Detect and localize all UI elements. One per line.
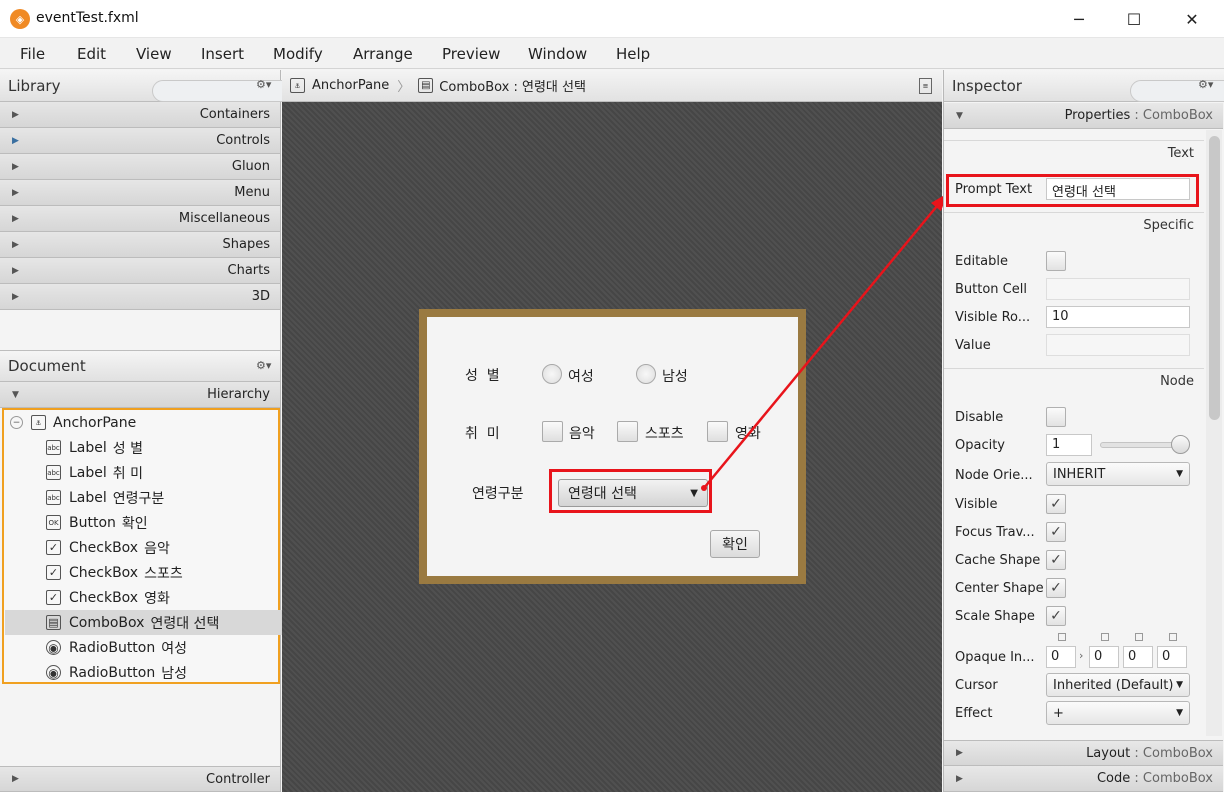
value-input[interactable] (1046, 334, 1190, 356)
expanded-triangle-icon: ▼ (956, 110, 963, 121)
code-section-header[interactable]: ▶ Code : ComboBox (944, 766, 1223, 792)
effect-label: Effect (955, 706, 993, 721)
button-cell-label: Button Cell (955, 282, 1027, 297)
opaque-inset-left-input[interactable]: 0 (1157, 646, 1187, 668)
collapsed-triangle-icon: ▶ (956, 748, 963, 758)
opacity-slider-thumb[interactable] (1171, 435, 1190, 454)
value-label: Value (955, 338, 991, 353)
focus-traversable-checkbox[interactable]: ✓ (1046, 522, 1066, 542)
visible-rows-label: Visible Ro... (955, 310, 1031, 325)
focus-traversable-label: Focus Trav... (955, 525, 1035, 540)
inspector-header: Inspector ⚲ ⚙▾ (944, 70, 1224, 102)
scale-shape-checkbox[interactable]: ✓ (1046, 606, 1066, 626)
inspector-settings-gear-icon[interactable]: ⚙▾ (1198, 78, 1213, 91)
button-cell-input[interactable] (1046, 278, 1190, 300)
layout-section-header[interactable]: ▶ Layout : ComboBox (944, 740, 1223, 766)
scrollbar-thumb[interactable] (1209, 136, 1220, 420)
inspector-panel: Inspector ⚲ ⚙▾ ▼ Properties : ComboBox T… (943, 70, 1224, 792)
visible-checkbox[interactable]: ✓ (1046, 494, 1066, 514)
opacity-input[interactable]: 1 (1046, 434, 1092, 456)
cursor-value: Inherited (Default) (1053, 677, 1174, 693)
code-title: Code : ComboBox (1096, 771, 1213, 786)
arrow-tail (701, 485, 707, 491)
collapsed-triangle-icon: ▶ (956, 773, 963, 784)
center-shape-checkbox[interactable]: ✓ (1046, 578, 1066, 598)
opaque-inset-right-input[interactable]: 0 (1089, 646, 1119, 668)
node-orientation-value: INHERIT (1053, 466, 1106, 482)
inset-left-icon (1169, 633, 1177, 641)
prompt-text-label: Prompt Text (955, 182, 1033, 197)
cache-shape-label: Cache Shape (955, 553, 1041, 568)
cursor-select[interactable]: Inherited (Default) ▼ (1046, 673, 1190, 697)
inspector-title: Inspector (952, 76, 1022, 95)
properties-label: Properties (1064, 108, 1131, 123)
properties-section-header[interactable]: ▼ Properties : ComboBox (944, 103, 1223, 129)
layout-title: Layout : ComboBox (1086, 745, 1213, 761)
inset-top-icon (1058, 633, 1066, 641)
layout-label: Layout (1086, 745, 1131, 761)
inspector-scrollbar[interactable] (1206, 130, 1222, 736)
disable-label: Disable (955, 410, 1004, 425)
code-label: Code (1096, 771, 1131, 786)
editable-checkbox[interactable] (1046, 251, 1066, 271)
effect-value: + (1053, 705, 1064, 721)
visible-label: Visible (955, 497, 998, 512)
opacity-label: Opacity (955, 438, 1006, 453)
opaque-inset-top-input[interactable]: 0 (1046, 646, 1076, 668)
inset-bottom-icon (1135, 633, 1143, 641)
node-orientation-select[interactable]: INHERIT ▼ (1046, 462, 1190, 486)
properties-target: ComboBox (1142, 108, 1213, 123)
properties-title: Properties : ComboBox (1064, 108, 1213, 123)
chevron-down-icon: ▼ (1176, 680, 1183, 690)
code-target: ComboBox (1142, 771, 1213, 786)
cursor-label: Cursor (955, 678, 998, 693)
layout-target: ComboBox (1142, 745, 1213, 761)
prompt-text-input[interactable]: 연령대 선택 (1046, 178, 1190, 200)
cache-shape-checkbox[interactable]: ✓ (1046, 550, 1066, 570)
node-orientation-label: Node Orie... (955, 468, 1033, 483)
node-subsection: Node (944, 368, 1204, 394)
chevron-down-icon: ▼ (1176, 708, 1183, 718)
editable-label: Editable (955, 254, 1009, 269)
visible-rows-input[interactable]: 10 (1046, 306, 1190, 328)
arrow-line (703, 199, 943, 489)
opacity-slider-track[interactable] (1100, 442, 1182, 448)
link-chevron-icon[interactable]: › (1079, 649, 1083, 662)
text-subsection: Text (944, 140, 1204, 166)
center-shape-label: Center Shape (955, 581, 1044, 596)
specific-subsection: Specific (944, 212, 1204, 238)
effect-select[interactable]: + ▼ (1046, 701, 1190, 725)
inset-right-icon (1101, 633, 1109, 641)
scale-shape-label: Scale Shape (955, 609, 1035, 624)
chevron-down-icon: ▼ (1176, 469, 1183, 479)
disable-checkbox[interactable] (1046, 407, 1066, 427)
opaque-inset-bottom-input[interactable]: 0 (1123, 646, 1153, 668)
opaque-insets-label: Opaque In... (955, 650, 1035, 665)
